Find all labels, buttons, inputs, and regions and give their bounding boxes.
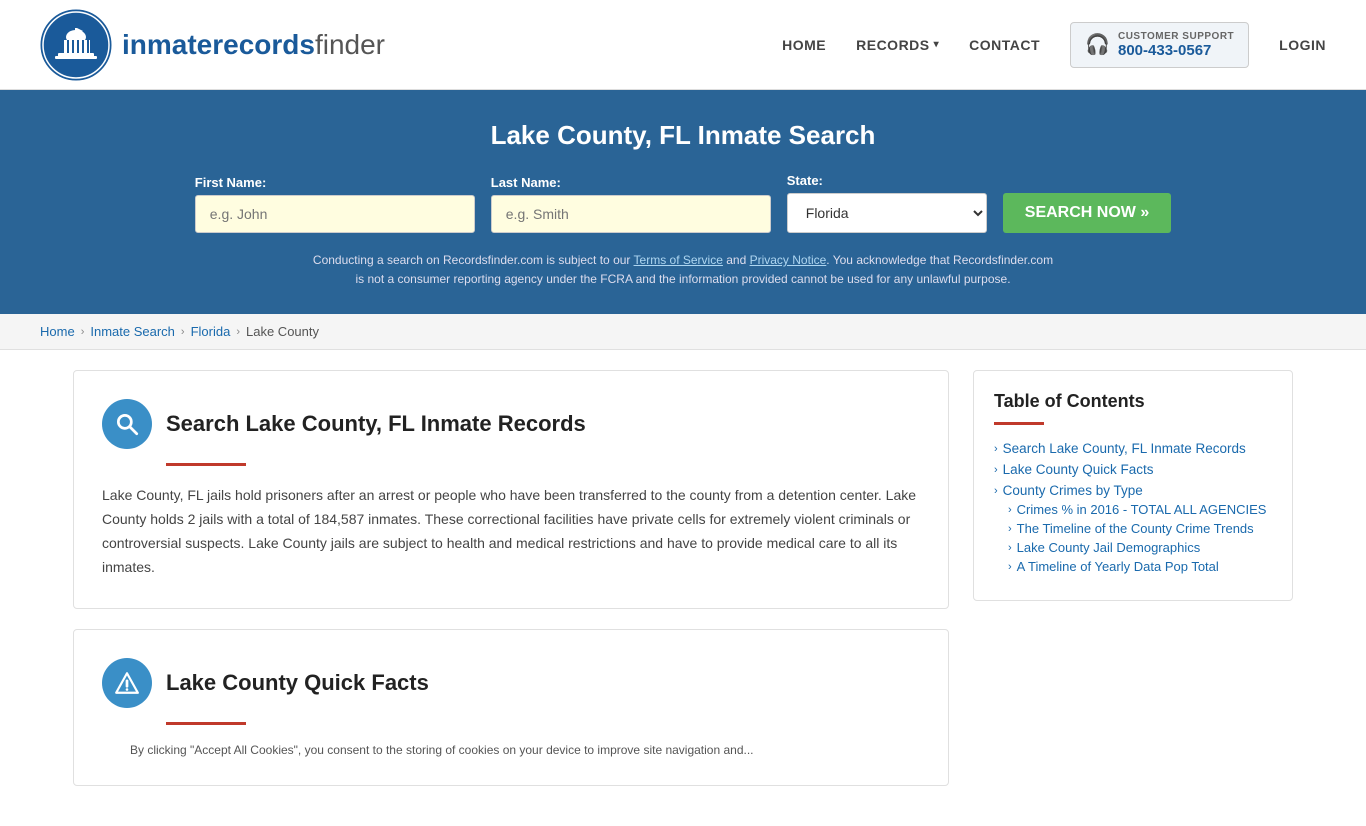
state-group: State: Florida Alabama Alaska Arizona Ca… — [787, 173, 987, 233]
chevron-icon-sub-4: › — [1008, 561, 1012, 573]
main-content: Search Lake County, FL Inmate Records La… — [33, 350, 1333, 825]
logo[interactable]: inmaterecordsfinder — [40, 9, 385, 81]
first-name-input[interactable] — [195, 195, 475, 233]
section-search-records: Search Lake County, FL Inmate Records La… — [73, 370, 949, 608]
search-button[interactable]: SEARCH NOW » — [1003, 193, 1171, 233]
sidebar: Table of Contents › Search Lake County, … — [973, 370, 1293, 805]
toc-link-2[interactable]: › Lake County Quick Facts — [994, 462, 1272, 477]
logo-icon — [40, 9, 112, 81]
nav-contact[interactable]: CONTACT — [969, 37, 1040, 53]
toc-divider — [994, 422, 1044, 425]
main-nav: HOME RECORDS ▾ CONTACT 🎧 CUSTOMER SUPPOR… — [782, 22, 1326, 68]
toc-sub-link-3[interactable]: › Lake County Jail Demographics — [1008, 540, 1272, 555]
support-number: 800-433-0567 — [1118, 42, 1234, 59]
toc-link-1[interactable]: › Search Lake County, FL Inmate Records — [994, 441, 1272, 456]
site-header: inmaterecordsfinder HOME RECORDS ▾ CONTA… — [0, 0, 1366, 90]
section2-title: Lake County Quick Facts — [166, 670, 429, 696]
search-form: First Name: Last Name: State: Florida Al… — [40, 173, 1326, 233]
toc-sub-item-2: › The Timeline of the County Crime Trend… — [1008, 521, 1272, 536]
support-label: CUSTOMER SUPPORT — [1118, 31, 1234, 42]
nav-records[interactable]: RECORDS ▾ — [856, 37, 939, 53]
disclaimer-text: Conducting a search on Recordsfinder.com… — [308, 251, 1058, 289]
last-name-input[interactable] — [491, 195, 771, 233]
breadcrumb-inmate-search[interactable]: Inmate Search — [90, 324, 175, 339]
toc-box: Table of Contents › Search Lake County, … — [973, 370, 1293, 601]
logo-text: inmaterecordsfinder — [122, 29, 385, 61]
section2-divider — [166, 722, 246, 725]
toc-link-3[interactable]: › County Crimes by Type — [994, 483, 1272, 498]
toc-title: Table of Contents — [994, 391, 1272, 412]
toc-sub-item-3: › Lake County Jail Demographics — [1008, 540, 1272, 555]
breadcrumb-florida[interactable]: Florida — [191, 324, 231, 339]
chevron-icon-sub-1: › — [1008, 504, 1012, 516]
last-name-group: Last Name: — [491, 175, 771, 233]
breadcrumb-home[interactable]: Home — [40, 324, 75, 339]
customer-support-box[interactable]: 🎧 CUSTOMER SUPPORT 800-433-0567 — [1070, 22, 1249, 68]
privacy-link[interactable]: Privacy Notice — [750, 253, 827, 267]
chevron-icon-2: › — [994, 464, 998, 476]
state-select[interactable]: Florida Alabama Alaska Arizona Californi… — [787, 193, 987, 233]
toc-sub-link-2[interactable]: › The Timeline of the County Crime Trend… — [1008, 521, 1272, 536]
chevron-down-icon: ▾ — [934, 39, 940, 50]
toc-sub-link-1[interactable]: › Crimes % in 2016 - TOTAL ALL AGENCIES — [1008, 502, 1272, 517]
search-icon-circle — [102, 399, 152, 449]
section2-body: By clicking "Accept All Cookies", you co… — [102, 743, 920, 757]
nav-home[interactable]: HOME — [782, 37, 826, 53]
breadcrumb-sep-3: › — [236, 326, 240, 338]
toc-item-3: › County Crimes by Type › Crimes % in 20… — [994, 483, 1272, 574]
alert-icon-circle — [102, 658, 152, 708]
breadcrumb: Home › Inmate Search › Florida › Lake Co… — [0, 314, 1366, 350]
section1-divider — [166, 463, 246, 466]
search-icon — [114, 411, 140, 437]
section2-header: Lake County Quick Facts — [102, 658, 920, 708]
chevron-icon-3: › — [994, 485, 998, 497]
chevron-icon-sub-2: › — [1008, 523, 1012, 535]
state-label: State: — [787, 173, 823, 188]
section1-header: Search Lake County, FL Inmate Records — [102, 399, 920, 449]
alert-icon — [114, 670, 140, 696]
chevron-icon-sub-3: › — [1008, 542, 1012, 554]
article-area: Search Lake County, FL Inmate Records La… — [73, 370, 973, 805]
section1-body: Lake County, FL jails hold prisoners aft… — [102, 484, 920, 579]
first-name-label: First Name: — [195, 175, 267, 190]
chevron-icon-1: › — [994, 443, 998, 455]
section-quick-facts: Lake County Quick Facts By clicking "Acc… — [73, 629, 949, 786]
last-name-label: Last Name: — [491, 175, 561, 190]
toc-sublist: › Crimes % in 2016 - TOTAL ALL AGENCIES … — [1008, 502, 1272, 574]
page-title: Lake County, FL Inmate Search — [40, 120, 1326, 151]
search-banner: Lake County, FL Inmate Search First Name… — [0, 90, 1366, 314]
breadcrumb-sep-2: › — [181, 326, 185, 338]
first-name-group: First Name: — [195, 175, 475, 233]
toc-sub-item-1: › Crimes % in 2016 - TOTAL ALL AGENCIES — [1008, 502, 1272, 517]
section1-title: Search Lake County, FL Inmate Records — [166, 411, 586, 437]
login-button[interactable]: LOGIN — [1279, 37, 1326, 53]
toc-item-1: › Search Lake County, FL Inmate Records — [994, 441, 1272, 456]
toc-list: › Search Lake County, FL Inmate Records … — [994, 441, 1272, 574]
breadcrumb-current: Lake County — [246, 324, 319, 339]
breadcrumb-sep-1: › — [81, 326, 85, 338]
tos-link[interactable]: Terms of Service — [634, 253, 723, 267]
toc-sub-item-4: › A Timeline of Yearly Data Pop Total — [1008, 559, 1272, 574]
headset-icon: 🎧 — [1085, 32, 1110, 57]
toc-item-2: › Lake County Quick Facts — [994, 462, 1272, 477]
toc-sub-link-4[interactable]: › A Timeline of Yearly Data Pop Total — [1008, 559, 1272, 574]
